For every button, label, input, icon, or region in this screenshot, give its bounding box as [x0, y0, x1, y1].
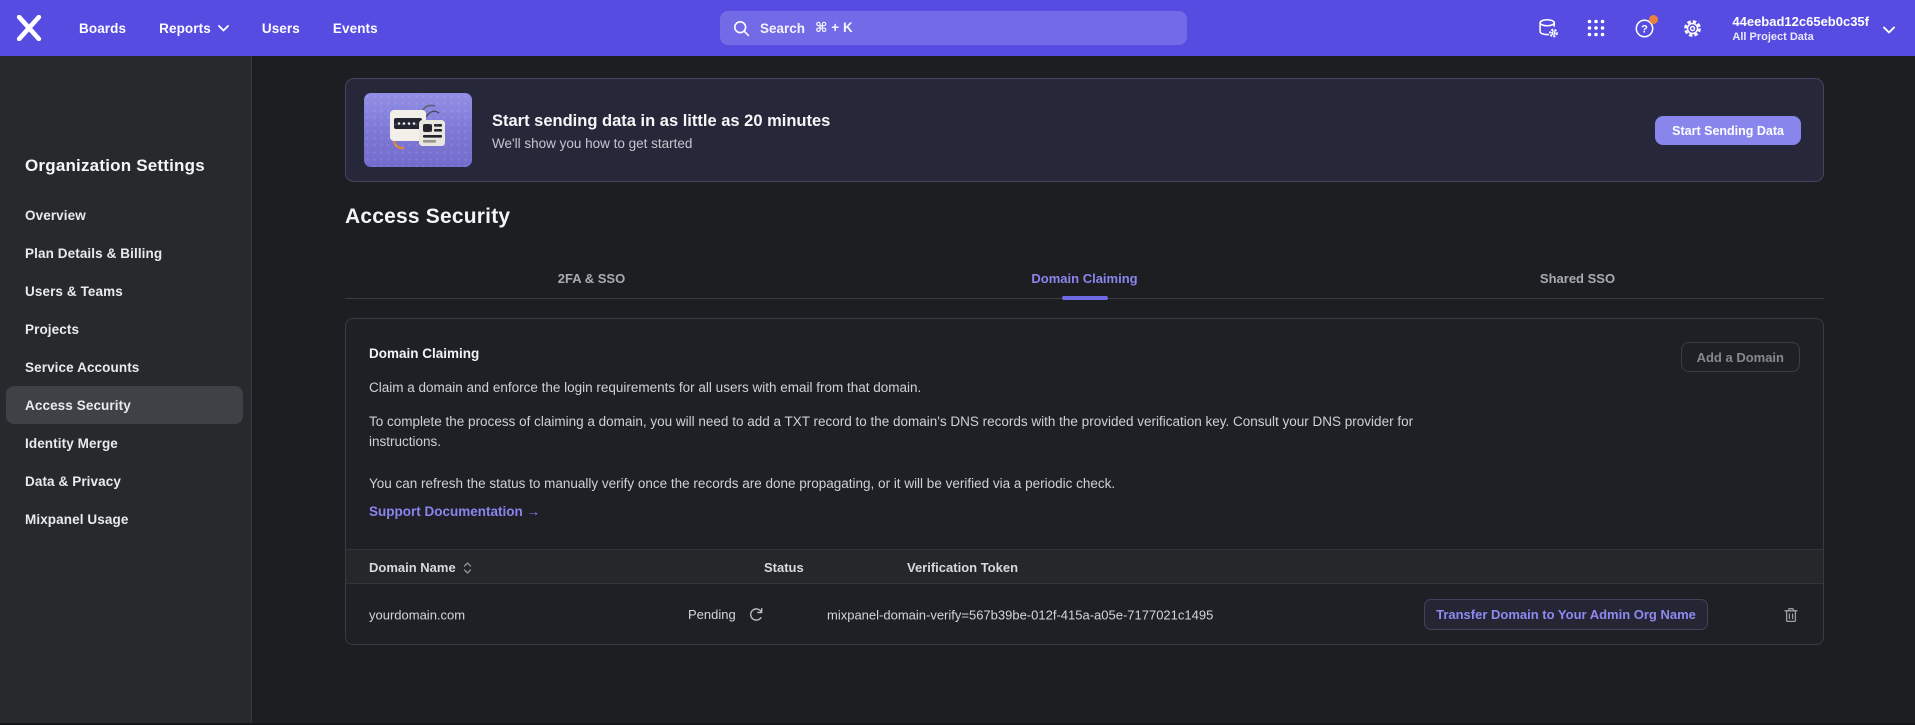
- org-scope: All Project Data: [1732, 31, 1869, 43]
- column-header-domain-name[interactable]: Domain Name: [369, 550, 472, 585]
- banner-title: Start sending data in as little as 20 mi…: [492, 112, 830, 131]
- notification-dot: [1649, 15, 1658, 24]
- nav-item-label: Reports: [159, 21, 211, 36]
- nav-item-boards[interactable]: Boards: [79, 21, 126, 36]
- app-screen: Boards Reports Users Events Search ⌘ + K: [0, 0, 1915, 725]
- support-documentation-link[interactable]: Support Documentation →: [369, 504, 540, 519]
- page-title: Access Security: [345, 205, 510, 229]
- column-header-status: Status: [764, 550, 804, 585]
- org-id: 44eebad12c65eb0c35f: [1732, 14, 1869, 29]
- sidebar-item-plan-details-billing[interactable]: Plan Details & Billing: [6, 234, 243, 272]
- sidebar-item-mixpanel-usage[interactable]: Mixpanel Usage: [6, 500, 243, 538]
- tab-2fa-sso[interactable]: 2FA & SSO: [345, 262, 838, 298]
- start-sending-data-button[interactable]: Start Sending Data: [1655, 116, 1801, 145]
- tab-shared-sso[interactable]: Shared SSO: [1331, 262, 1824, 298]
- sidebar-item-data-privacy[interactable]: Data & Privacy: [6, 462, 243, 500]
- nav-item-reports[interactable]: Reports: [159, 21, 229, 36]
- nav-item-users[interactable]: Users: [262, 21, 300, 36]
- status-badge: Pending: [688, 607, 736, 622]
- tab-label: Shared SSO: [1540, 271, 1615, 286]
- sidebar-item-access-security[interactable]: Access Security: [6, 386, 243, 424]
- nav-menu: Boards Reports Users Events: [79, 0, 378, 56]
- banner-subtitle: We'll show you how to get started: [492, 136, 830, 151]
- banner-illustration: [364, 93, 472, 167]
- panel-title: Domain Claiming: [369, 346, 479, 361]
- verification-token-cell: mixpanel-domain-verify=567b39be-012f-415…: [827, 607, 1213, 622]
- nav-item-label: Users: [262, 21, 300, 36]
- domain-claiming-panel: Domain Claiming Add a Domain Claim a dom…: [345, 318, 1824, 645]
- chevron-down-icon: [1883, 26, 1895, 34]
- search-shortcut: ⌘ + K: [815, 20, 853, 36]
- nav-item-events[interactable]: Events: [333, 21, 378, 36]
- sidebar-item-identity-merge[interactable]: Identity Merge: [6, 424, 243, 462]
- global-search-input[interactable]: Search ⌘ + K: [720, 11, 1187, 45]
- nav-item-label: Events: [333, 21, 378, 36]
- active-tab-underline: [1062, 296, 1108, 300]
- domain-name-cell: yourdomain.com: [369, 607, 465, 622]
- panel-instructions: To complete the process of claiming a do…: [369, 412, 1454, 451]
- apps-grid-icon[interactable]: [1585, 17, 1607, 39]
- status-cell: Pending: [688, 607, 764, 623]
- svg-text:?: ?: [1641, 23, 1648, 35]
- tab-label: Domain Claiming: [1031, 271, 1137, 286]
- sidebar-item-overview[interactable]: Overview: [6, 196, 243, 234]
- sidebar-title: Organization Settings: [25, 156, 205, 176]
- help-icon[interactable]: ?: [1633, 17, 1655, 39]
- settings-gear-icon[interactable]: [1681, 17, 1703, 39]
- tab-label: 2FA & SSO: [558, 271, 625, 286]
- sidebar-item-projects[interactable]: Projects: [6, 310, 243, 348]
- panel-refresh-note: You can refresh the status to manually v…: [369, 474, 1115, 494]
- banner-copy: Start sending data in as little as 20 mi…: [492, 79, 830, 183]
- mixpanel-logo-icon[interactable]: [16, 15, 42, 41]
- panel-description: Claim a domain and enforce the login req…: [369, 378, 921, 398]
- settings-sidebar: Organization Settings Overview Plan Deta…: [0, 56, 252, 723]
- data-governance-icon[interactable]: [1537, 17, 1559, 39]
- column-label: Status: [764, 560, 804, 575]
- search-icon: [733, 20, 750, 37]
- delete-domain-icon[interactable]: [1782, 606, 1800, 624]
- org-switcher[interactable]: 44eebad12c65eb0c35f All Project Data: [1732, 14, 1895, 43]
- nav-item-label: Boards: [79, 21, 126, 36]
- column-header-verification-token: Verification Token: [907, 550, 1018, 585]
- onboarding-banner: Start sending data in as little as 20 mi…: [345, 78, 1824, 182]
- sidebar-item-users-teams[interactable]: Users & Teams: [6, 272, 243, 310]
- table-header: Domain Name Status Verification Token: [346, 549, 1823, 584]
- transfer-domain-button[interactable]: Transfer Domain to Your Admin Org Name: [1424, 599, 1708, 630]
- tab-domain-claiming[interactable]: Domain Claiming: [838, 262, 1331, 298]
- column-label: Domain Name: [369, 550, 456, 585]
- tab-bar: 2FA & SSO Domain Claiming Shared SSO: [345, 262, 1824, 299]
- sort-icon: [463, 561, 472, 575]
- caret-down-icon: [218, 25, 229, 32]
- column-label: Verification Token: [907, 560, 1018, 575]
- top-nav: Boards Reports Users Events Search ⌘ + K: [0, 0, 1915, 56]
- sidebar-item-service-accounts[interactable]: Service Accounts: [6, 348, 243, 386]
- refresh-status-icon[interactable]: [748, 607, 764, 623]
- table-row: yourdomain.com Pending mixpanel-domain-v…: [346, 584, 1823, 645]
- nav-right-group: ? 44eebad12c65eb0c35f All Project Data: [1511, 0, 1895, 56]
- sidebar-menu: Overview Plan Details & Billing Users & …: [6, 196, 243, 538]
- add-domain-button[interactable]: Add a Domain: [1681, 342, 1800, 372]
- org-text: 44eebad12c65eb0c35f All Project Data: [1732, 14, 1869, 43]
- search-placeholder: Search: [760, 21, 805, 36]
